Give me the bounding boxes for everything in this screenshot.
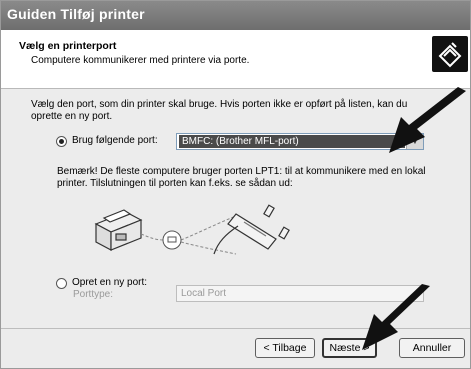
arrow-to-next-button-icon: [362, 284, 430, 350]
use-port-label[interactable]: Brug følgende port:: [72, 135, 158, 146]
new-port-radio[interactable]: [56, 278, 67, 289]
printer-cable-illustration: [94, 204, 290, 255]
new-port-label[interactable]: Opret en ny port:: [72, 277, 147, 288]
intro-text: Vælg den port, som din printer skal brug…: [31, 99, 408, 122]
port-select-value: BMFC: (Brother MFL-port): [179, 135, 405, 148]
arrow-to-port-select-icon: [389, 87, 466, 153]
wizard-header: Vælg en printerport Computere kommuniker…: [1, 30, 470, 89]
add-printer-wizard-window: Guiden Tilføj printer Vælg en printerpor…: [0, 0, 471, 369]
lpt1-note: Bemærk! De fleste computere bruger porte…: [57, 166, 426, 189]
header-subtitle: Computere kommunikerer med printere via …: [31, 55, 250, 66]
header-title: Vælg en printerport: [19, 40, 117, 52]
window-title: Guiden Tilføj printer: [7, 6, 145, 22]
title-bar[interactable]: Guiden Tilføj printer: [1, 1, 470, 30]
back-button[interactable]: < Tilbage: [255, 338, 315, 358]
printer-wizard-icon: [432, 36, 468, 72]
use-port-radio[interactable]: [56, 136, 67, 147]
porttype-label: Porttype:: [73, 289, 114, 300]
